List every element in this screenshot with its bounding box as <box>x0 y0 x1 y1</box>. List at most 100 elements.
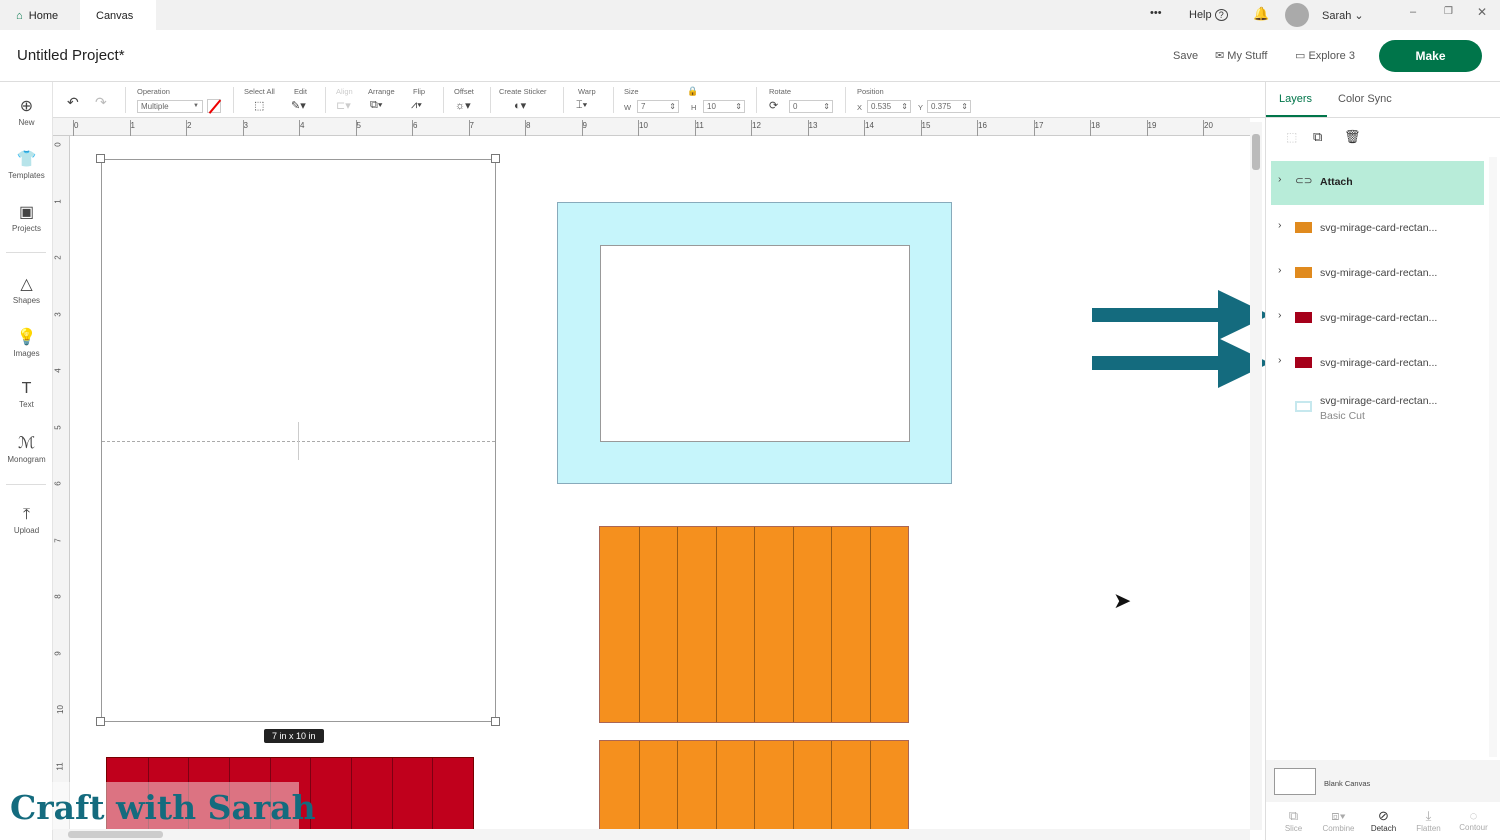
score-line <box>831 527 832 722</box>
layer-item[interactable]: › svg-mirage-card-rectan... <box>1271 297 1484 339</box>
sidebar-label: New <box>18 118 35 127</box>
vertical-scrollbar[interactable] <box>1250 122 1262 830</box>
lock-icon[interactable]: 🔒 <box>687 86 698 97</box>
ruler-tick-label: 14 <box>865 121 874 130</box>
sidebar-item-text[interactable]: T Text <box>0 380 53 409</box>
layer-attach[interactable]: › ⊂⊃ Attach <box>1271 161 1484 205</box>
explore-button[interactable]: ▭ Explore 3 <box>1295 49 1355 62</box>
sidebar-item-shapes[interactable]: △ Shapes <box>0 274 53 305</box>
align-icon[interactable]: ⊏▾ <box>336 99 351 112</box>
resize-handle[interactable] <box>96 154 105 163</box>
select-all-icon[interactable]: ⬚ <box>254 99 264 112</box>
ruler-tick-label: 17 <box>1034 121 1044 130</box>
ruler-tick-label: 0 <box>74 121 79 130</box>
resize-handle[interactable] <box>491 154 500 163</box>
rotate-icon[interactable]: ⟳ <box>769 99 778 112</box>
flip-icon[interactable]: ⩘▾ <box>411 99 422 112</box>
operation-select[interactable]: Multiple ▼ <box>137 100 203 113</box>
minimize-icon[interactable]: – <box>1410 6 1416 18</box>
chevron-right-icon: › <box>1278 264 1282 276</box>
light-blue-frame[interactable] <box>557 202 952 484</box>
help-link[interactable]: Help ? <box>1189 9 1228 21</box>
avatar[interactable] <box>1285 3 1309 27</box>
ruler-tick <box>864 120 865 136</box>
bell-icon[interactable]: 🔔 <box>1253 6 1269 22</box>
ruler-tick-label: 11 <box>55 761 65 771</box>
tab-home[interactable]: ⌂ Home <box>0 0 74 30</box>
lightbulb-icon: 💡 <box>16 329 37 346</box>
y-input[interactable]: 0.375 ⇕ <box>927 100 971 113</box>
sidebar-item-images[interactable]: 💡 Images <box>0 327 53 358</box>
arrange-icon[interactable]: ⧉▾ <box>370 99 382 112</box>
layer-item[interactable]: svg-mirage-card-rectan... Basic Cut <box>1271 387 1484 429</box>
redo-icon[interactable]: ↷ <box>95 94 107 111</box>
ruler-tick-label: 8 <box>53 594 63 599</box>
restore-icon[interactable]: ❐ <box>1444 6 1453 17</box>
edit-pencil-icon[interactable]: ✎▾ <box>291 99 306 112</box>
trash-icon[interactable]: 🗑 <box>1344 129 1361 145</box>
blank-canvas-row[interactable]: Blank Canvas <box>1266 760 1500 802</box>
height-input[interactable]: 10 ⇕ <box>703 100 745 113</box>
chevron-right-icon: › <box>1278 354 1282 366</box>
sidebar-label: Images <box>13 349 40 358</box>
ruler-tick-label: 12 <box>752 121 761 130</box>
more-menu-icon[interactable]: ••• <box>1150 7 1162 19</box>
ruler-tick-label: 8 <box>526 121 531 130</box>
my-stuff-button[interactable]: ✉ My Stuff <box>1215 49 1267 62</box>
scroll-thumb[interactable] <box>1252 134 1260 170</box>
flatten-button[interactable]: ⤓ Flatten <box>1406 808 1451 833</box>
canvas-swatch <box>1274 768 1316 795</box>
warp-icon[interactable]: ⌶▾ <box>576 99 587 112</box>
horizontal-scrollbar[interactable] <box>53 829 1250 840</box>
layers-scrollbar[interactable] <box>1489 157 1497 757</box>
align-label: Align <box>336 87 353 96</box>
monogram-icon: ℳ <box>17 435 36 452</box>
sidebar-item-new[interactable]: ⊕ New <box>0 96 53 127</box>
divider <box>125 87 126 113</box>
score-line <box>677 741 678 839</box>
no-color-swatch[interactable] <box>207 99 221 114</box>
ruler-tick <box>638 120 639 136</box>
ruler-tick <box>1203 120 1204 136</box>
score-line <box>792 741 794 839</box>
width-input[interactable]: 7 ⇕ <box>637 100 679 113</box>
layer-item[interactable]: › svg-mirage-card-rectan... <box>1271 207 1484 249</box>
user-menu[interactable]: Sarah ⌄ <box>1322 9 1364 22</box>
save-button[interactable]: Save <box>1173 50 1198 62</box>
tab-color-sync[interactable]: Color Sync <box>1338 93 1392 105</box>
orange-panel[interactable] <box>599 740 909 840</box>
sidebar-item-upload[interactable]: ⤒ Upload <box>0 506 53 535</box>
resize-handle[interactable] <box>96 717 105 726</box>
detach-label: Detach <box>1370 824 1397 833</box>
combine-button[interactable]: ⧈▾ Combine <box>1316 808 1361 833</box>
offset-icon[interactable]: ☼▾ <box>455 99 471 112</box>
mouse-cursor-icon: ➤ <box>1113 588 1132 613</box>
group-icon[interactable]: ⬚ <box>1286 130 1297 144</box>
orange-panel[interactable] <box>599 526 909 723</box>
resize-handle[interactable] <box>491 717 500 726</box>
layer-item[interactable]: › svg-mirage-card-rectan... <box>1271 342 1484 384</box>
tab-layers[interactable]: Layers <box>1279 93 1312 105</box>
scroll-thumb[interactable] <box>68 831 163 838</box>
score-line <box>638 741 640 839</box>
layer-operation: Basic Cut <box>1320 410 1365 422</box>
undo-icon[interactable]: ↶ <box>67 94 79 111</box>
layer-name: svg-mirage-card-rectan... <box>1320 395 1438 407</box>
slice-button[interactable]: ⧉ Slice <box>1271 808 1316 833</box>
sidebar-item-projects[interactable]: ▣ Projects <box>0 202 53 233</box>
rotate-input[interactable]: 0 ⇕ <box>789 100 833 113</box>
sidebar-item-monogram[interactable]: ℳ Monogram <box>0 433 53 464</box>
duplicate-icon[interactable]: ⧉ <box>1313 129 1322 145</box>
contour-button[interactable]: ◌ Contour <box>1451 808 1496 832</box>
tab-canvas[interactable]: Canvas <box>80 0 156 30</box>
ruler-tick-label: 1 <box>53 198 63 204</box>
sticker-icon[interactable]: ◐▾ <box>514 99 526 112</box>
make-button[interactable]: Make <box>1379 40 1482 72</box>
selection-box[interactable] <box>101 159 496 722</box>
close-icon[interactable]: ✕ <box>1477 5 1487 19</box>
arrange-label: Arrange <box>368 87 395 96</box>
sidebar-item-templates[interactable]: 👕 Templates <box>0 149 53 180</box>
x-input[interactable]: 0.535 ⇕ <box>867 100 911 113</box>
detach-button[interactable]: ⊘ Detach <box>1361 808 1406 833</box>
layer-item[interactable]: › svg-mirage-card-rectan... <box>1271 252 1484 294</box>
